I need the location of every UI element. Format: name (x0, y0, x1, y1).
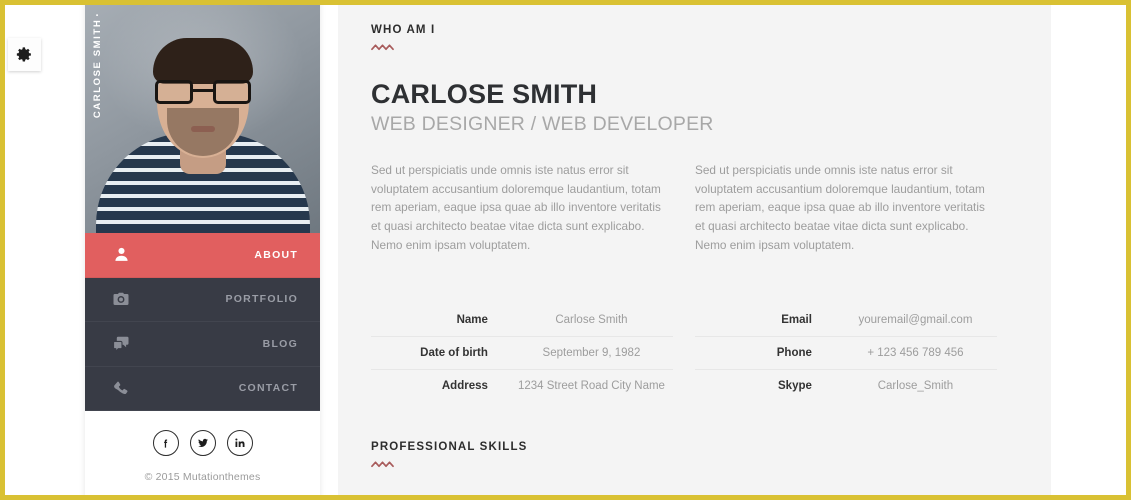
page-title: CARLOSE SMITH (371, 79, 598, 109)
info-table-columns: Name Carlose Smith Date of birth Septemb… (371, 280, 997, 403)
sidebar-nav: ABOUT PORTFOLIO BLOG CONTACT (85, 233, 320, 411)
user-icon (109, 243, 133, 267)
about-column-left: Sed ut perspiciatis unde omnis iste natu… (371, 161, 673, 255)
who-am-i-heading: WHO AM I (371, 24, 997, 52)
sidebar-item-contact[interactable]: CONTACT (85, 367, 320, 411)
professional-skills-heading: PROFESSIONAL SKILLS (371, 441, 997, 469)
zigzag-divider-icon (371, 460, 997, 469)
info-value: youremail@gmail.com (858, 314, 973, 327)
social-links (85, 411, 320, 456)
photo-mouth (190, 126, 215, 132)
sidebar-item-label: BLOG (262, 337, 298, 350)
about-column-right: Sed ut perspiciatis unde omnis iste natu… (695, 161, 997, 255)
info-key: Skype (778, 379, 812, 392)
page-root: CARLOSE SMITH• ABOUT PORTFOLIO BLOG CONT… (0, 0, 1131, 500)
linkedin-icon (234, 437, 246, 449)
profile-photo: CARLOSE SMITH• (85, 5, 320, 233)
table-row: Skype Carlose_Smith (695, 370, 997, 403)
info-key: Phone (776, 346, 812, 359)
about-paragraph-columns: Sed ut perspiciatis unde omnis iste natu… (371, 161, 997, 255)
phone-icon (109, 376, 133, 400)
info-value: September 9, 1982 (542, 346, 641, 359)
facebook-link[interactable] (152, 430, 179, 456)
info-key: Date of birth (420, 346, 488, 359)
twitter-icon (197, 437, 209, 449)
table-row: Email youremail@gmail.com (695, 305, 997, 338)
info-key: Address (441, 379, 488, 392)
info-table-right: Email youremail@gmail.com Phone + 123 45… (695, 280, 997, 403)
info-key: Email (781, 314, 812, 327)
gear-icon (16, 46, 33, 63)
photo-hair (152, 38, 253, 84)
facebook-icon (160, 438, 171, 449)
sidebar-item-blog[interactable]: BLOG (85, 322, 320, 367)
main-content: WHO AM I CARLOSE SMITH WEB DESIGNER / WE… (338, 5, 1051, 495)
twitter-link[interactable] (189, 430, 216, 456)
table-row: Phone + 123 456 789 456 (695, 337, 997, 370)
about-paragraph: Sed ut perspiciatis unde omnis iste natu… (695, 163, 985, 252)
sidebar-item-about[interactable]: ABOUT (85, 233, 320, 278)
sidebar-item-portfolio[interactable]: PORTFOLIO (85, 278, 320, 322)
info-value: Carlose_Smith (877, 379, 954, 392)
photo-glasses (154, 80, 251, 104)
linkedin-link[interactable] (226, 430, 253, 456)
sidebar-item-label: ABOUT (254, 248, 298, 261)
job-role: WEB DESIGNER / WEB DEVELOPER (371, 113, 714, 135)
info-value: Carlose Smith (555, 314, 628, 327)
identity-block: CARLOSE SMITH WEB DESIGNER / WEB DEVELOP… (371, 79, 997, 136)
info-key: Name (456, 314, 488, 327)
table-row: Address 1234 Street Road City Name (371, 370, 673, 403)
table-row: Date of birth September 9, 1982 (371, 337, 673, 370)
sidebar-item-label: PORTFOLIO (225, 293, 298, 306)
section-label: PROFESSIONAL SKILLS (371, 441, 528, 454)
settings-toggle-button[interactable] (8, 38, 41, 71)
section-label: WHO AM I (371, 24, 436, 36)
info-value: + 123 456 789 456 (867, 346, 964, 359)
sidebar: CARLOSE SMITH• ABOUT PORTFOLIO BLOG CONT… (85, 5, 320, 495)
zigzag-divider-icon (371, 43, 997, 52)
copyright-text: © 2015 Mutationthemes (144, 471, 261, 483)
camera-icon (109, 287, 133, 311)
info-table-left: Name Carlose Smith Date of birth Septemb… (371, 280, 673, 403)
sidebar-item-label: CONTACT (238, 382, 298, 395)
comments-icon (109, 332, 133, 356)
table-row: Name Carlose Smith (371, 305, 673, 338)
info-value: 1234 Street Road City Name (517, 379, 665, 392)
about-paragraph: Sed ut perspiciatis unde omnis iste natu… (371, 163, 661, 252)
